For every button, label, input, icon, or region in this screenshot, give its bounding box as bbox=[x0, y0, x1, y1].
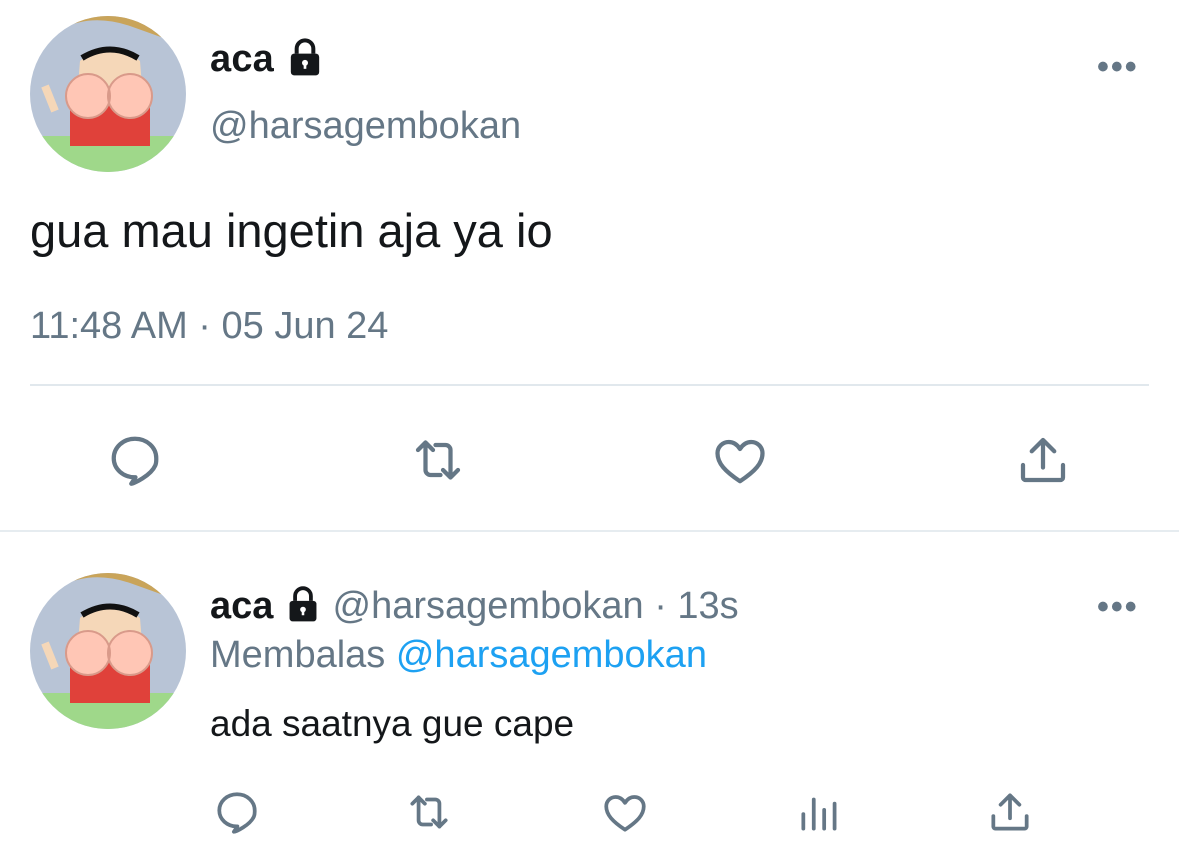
more-options-icon[interactable]: ••• bbox=[1097, 50, 1139, 84]
reply-analytics-button[interactable] bbox=[795, 787, 845, 837]
share-button[interactable] bbox=[1013, 430, 1073, 490]
reply-like-button[interactable] bbox=[600, 787, 650, 837]
lock-icon bbox=[290, 38, 319, 76]
tweet-text: gua mau ingetin aja ya io bbox=[30, 204, 553, 257]
replying-prefix: Membalas bbox=[210, 634, 386, 676]
share-icon bbox=[1020, 437, 1066, 483]
reply-author-handle[interactable]: @harsagembokan bbox=[333, 585, 644, 627]
replying-to: Membalas @harsagembokan bbox=[210, 636, 707, 674]
reply-more-options-icon[interactable]: ••• bbox=[1097, 590, 1139, 624]
analytics-icon bbox=[801, 797, 837, 831]
reply-author-name[interactable]: aca bbox=[210, 585, 273, 627]
section-divider bbox=[0, 530, 1179, 532]
avatar[interactable] bbox=[30, 16, 186, 172]
reply-time[interactable]: · 13s bbox=[654, 585, 738, 627]
reply-text: ada saatnya gue cape bbox=[210, 703, 575, 744]
reply-reply-button[interactable] bbox=[212, 787, 262, 837]
reply-button[interactable] bbox=[105, 430, 165, 490]
divider bbox=[30, 384, 1149, 386]
tweet-timestamp[interactable]: 11:48 AM · 05 Jun 24 bbox=[30, 307, 388, 345]
retweet-icon bbox=[410, 795, 448, 829]
reply-header: aca @harsagembokan · 13s bbox=[210, 585, 739, 627]
reply-share-button[interactable] bbox=[985, 787, 1035, 837]
author-name-row: aca bbox=[210, 38, 325, 80]
author-handle[interactable]: @harsagembokan bbox=[210, 107, 521, 145]
share-icon bbox=[991, 793, 1029, 831]
reply-icon bbox=[217, 792, 257, 834]
author-name[interactable]: aca bbox=[210, 38, 274, 80]
reply-avatar[interactable] bbox=[30, 573, 186, 729]
reply-retweet-button[interactable] bbox=[404, 787, 454, 837]
reply-icon bbox=[111, 436, 159, 486]
retweet-button[interactable] bbox=[408, 430, 468, 490]
like-button[interactable] bbox=[710, 430, 770, 490]
retweet-icon bbox=[415, 440, 461, 480]
avatar-image bbox=[30, 16, 186, 172]
replying-to-handle[interactable]: @harsagembokan bbox=[396, 634, 707, 676]
like-icon bbox=[715, 439, 765, 484]
lock-icon bbox=[289, 586, 317, 622]
like-icon bbox=[604, 795, 646, 832]
avatar-image bbox=[30, 573, 186, 729]
